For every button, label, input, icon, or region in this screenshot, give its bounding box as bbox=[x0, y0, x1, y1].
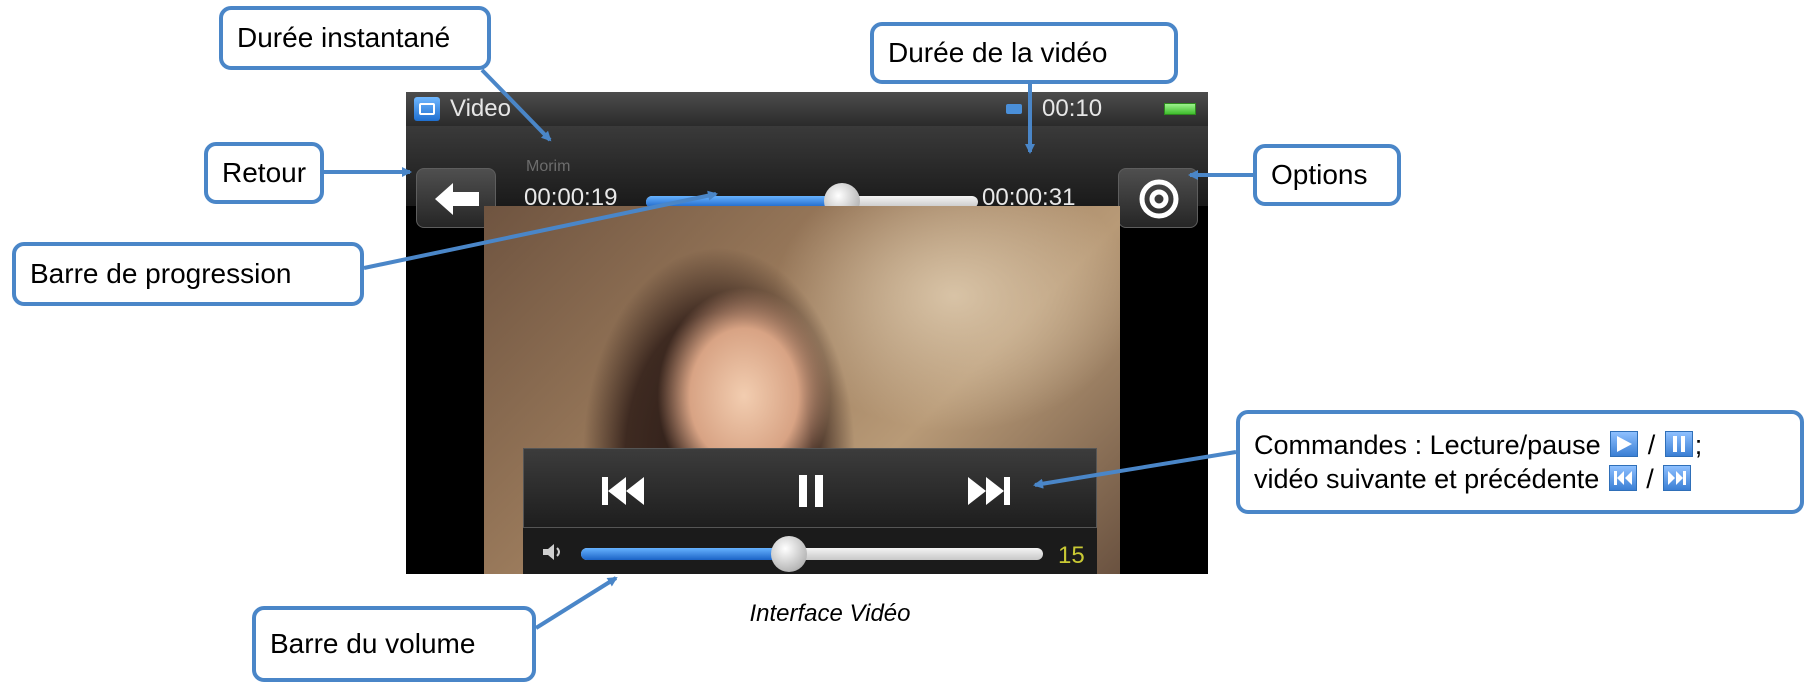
figure-caption: Interface Vidéo bbox=[749, 600, 911, 627]
callout-commandes-line2: vidéo suivante et précédente / bbox=[1254, 462, 1786, 496]
pause-icon bbox=[1664, 431, 1693, 457]
callout-barre-progression: Barre de progression bbox=[12, 242, 364, 306]
arrow-duree-instantane bbox=[480, 68, 552, 142]
arrow-commandes bbox=[1033, 450, 1237, 489]
callout-commandes: Commandes : Lecture/pause / ; vidéo suiv… bbox=[1236, 410, 1804, 514]
callout-commandes-line1: Commandes : Lecture/pause / ; bbox=[1254, 430, 1703, 460]
callout-duree-video: Durée de la vidéo bbox=[870, 22, 1178, 84]
callout-retour: Retour bbox=[204, 142, 324, 204]
next-icon bbox=[1663, 465, 1692, 491]
previous-icon bbox=[1608, 465, 1637, 491]
arrow-barre-progression bbox=[363, 190, 718, 270]
callout-duree-instantane: Durée instantané bbox=[219, 6, 491, 70]
callout-arrows bbox=[324, 68, 1253, 630]
play-icon bbox=[1610, 431, 1639, 457]
callout-options: Options bbox=[1253, 144, 1401, 206]
